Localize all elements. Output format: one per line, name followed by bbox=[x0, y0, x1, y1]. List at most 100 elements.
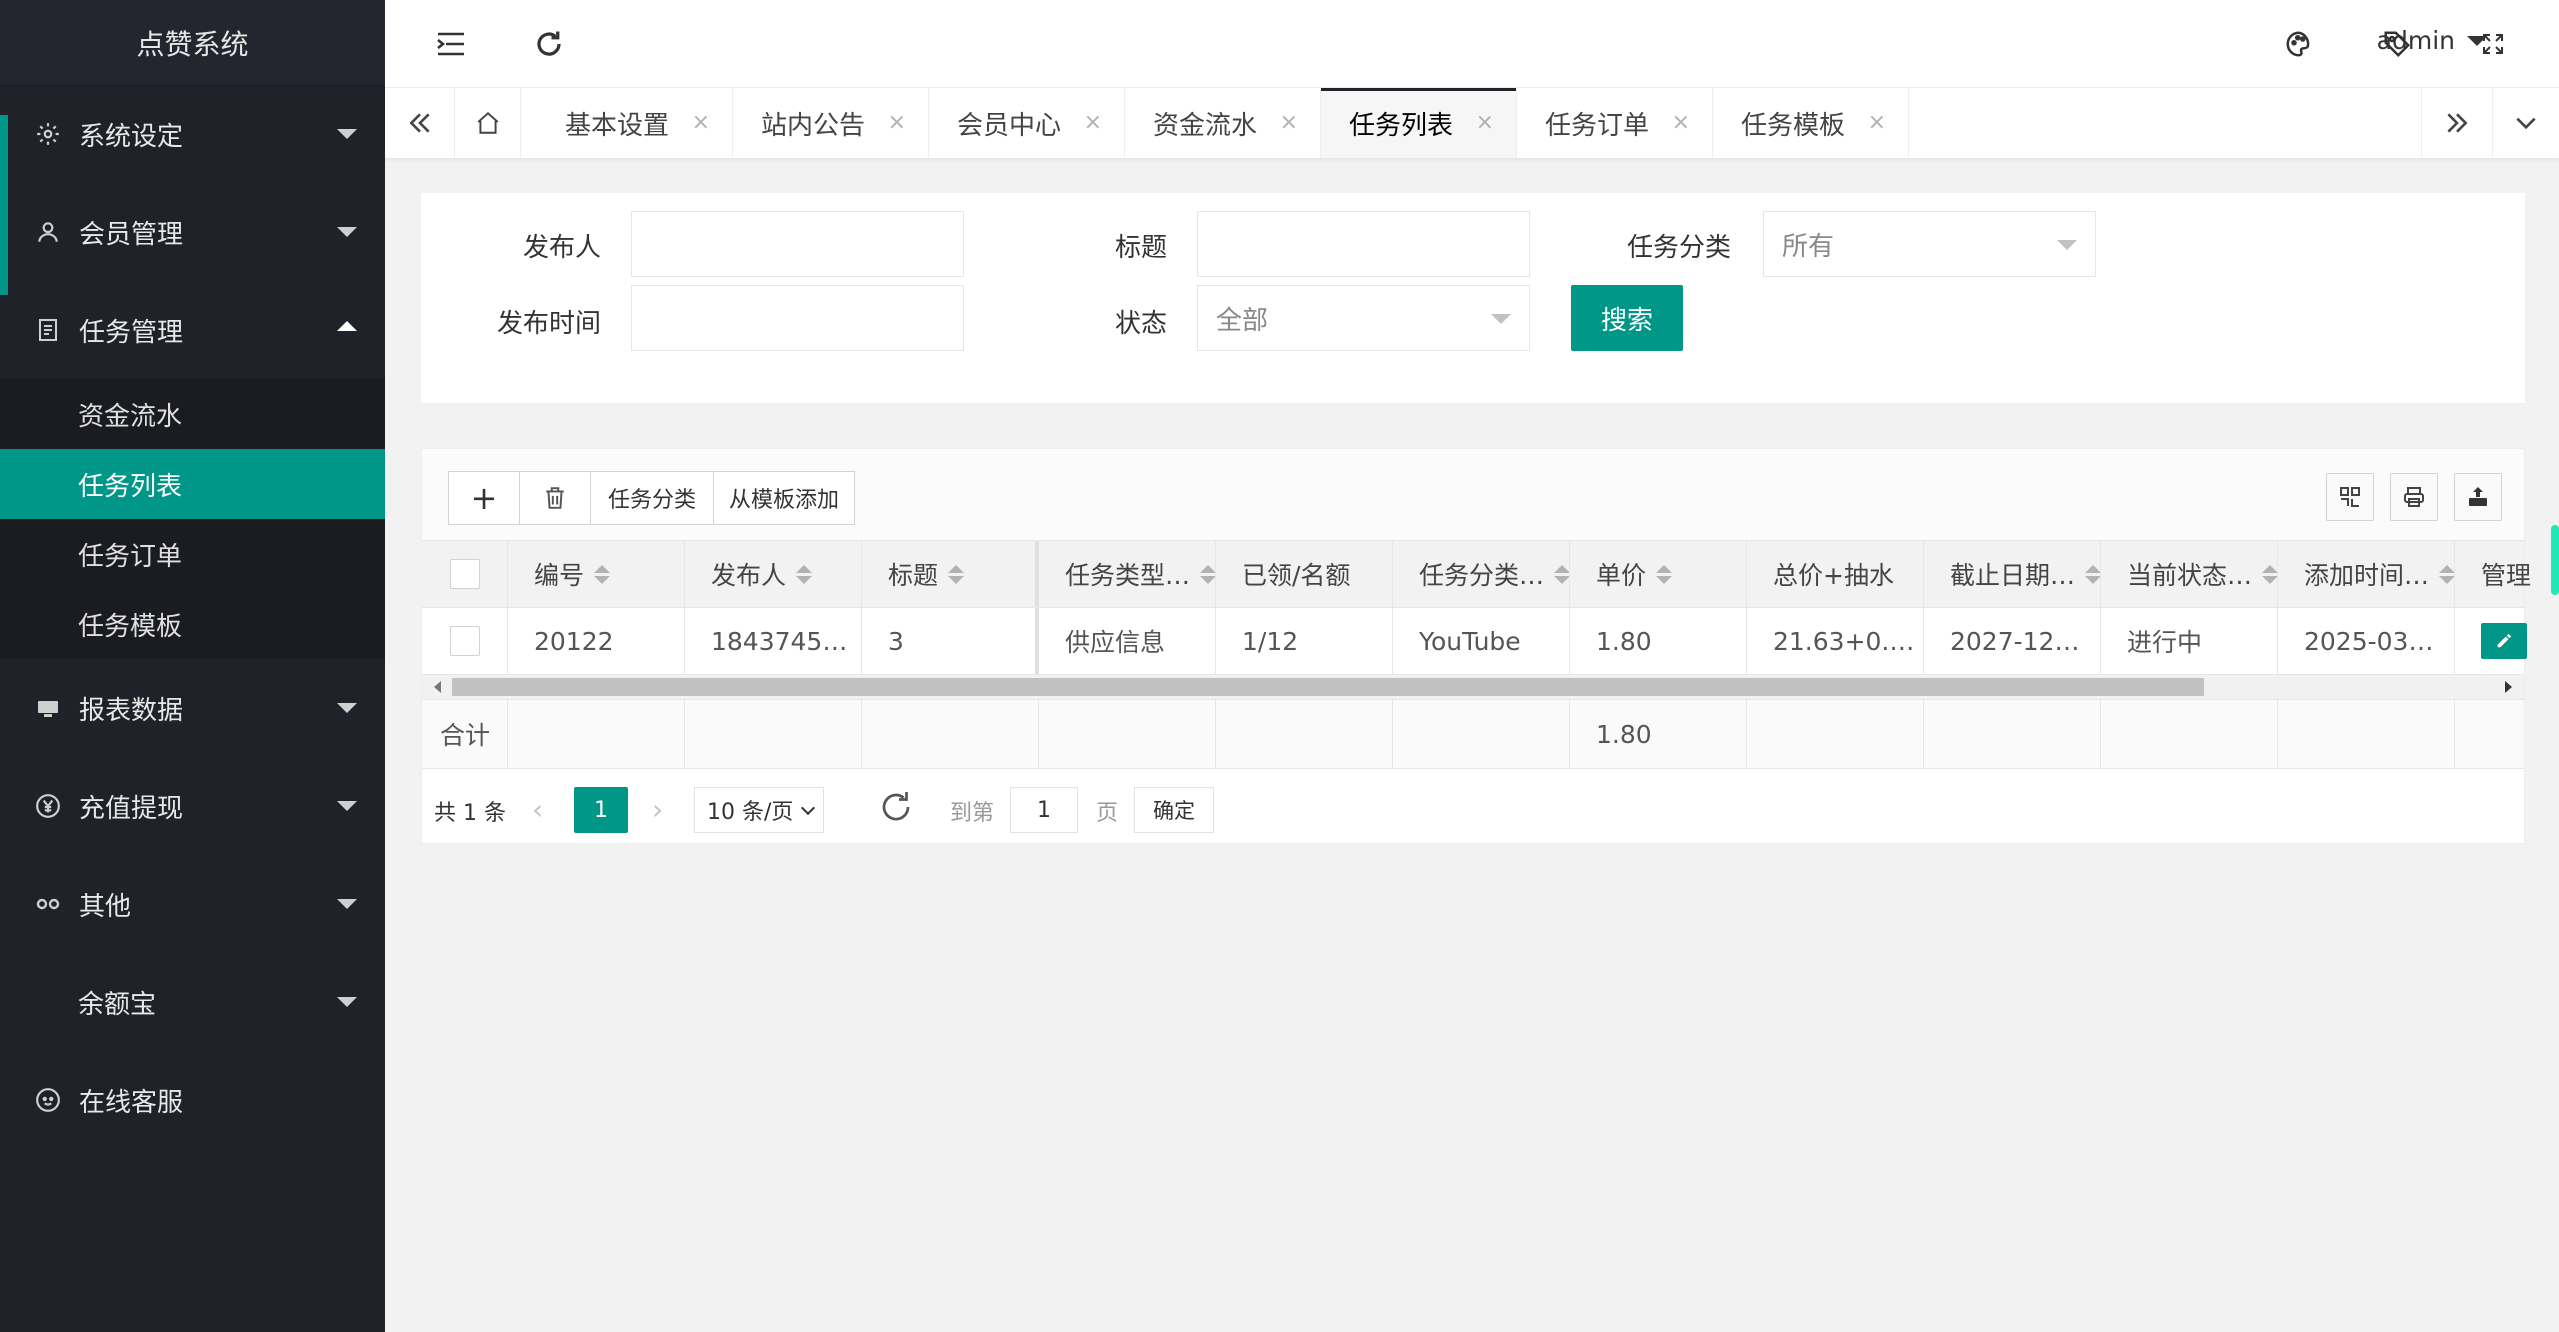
close-icon[interactable]: × bbox=[1672, 110, 1690, 135]
trash-icon bbox=[546, 487, 564, 509]
sort-icon[interactable] bbox=[1200, 564, 1215, 584]
row-checkbox[interactable] bbox=[450, 626, 480, 656]
scroll-left-arrow-icon[interactable] bbox=[434, 681, 441, 693]
column-header-task-type[interactable]: 任务类型… bbox=[1039, 541, 1216, 607]
sort-icon[interactable] bbox=[948, 564, 965, 584]
add-from-template-button[interactable]: 从模板添加 bbox=[713, 471, 855, 525]
column-header-created[interactable]: 添加时间… bbox=[2278, 541, 2455, 607]
cell-created: 2025-03… bbox=[2278, 608, 2455, 674]
sidebar-subitem-task-orders[interactable]: 任务订单 bbox=[0, 519, 385, 589]
goto-confirm-button[interactable]: 确定 bbox=[1134, 787, 1214, 833]
sidebar-item-tasks[interactable]: 任务管理 bbox=[0, 281, 385, 379]
select-all-checkbox[interactable] bbox=[450, 559, 480, 589]
theme-icon[interactable] bbox=[2281, 26, 2317, 62]
horizontal-scrollbar[interactable] bbox=[422, 675, 2524, 699]
column-header-label: 任务分类… bbox=[1419, 561, 1545, 590]
column-header-status[interactable]: 当前状态… bbox=[2101, 541, 2278, 607]
column-header-label: 标题 bbox=[888, 561, 939, 590]
total-cell-empty bbox=[1216, 700, 1393, 768]
sort-icon[interactable] bbox=[594, 564, 611, 584]
close-icon[interactable]: × bbox=[1084, 110, 1102, 135]
vertical-scroll-indicator[interactable] bbox=[2551, 525, 2559, 595]
publish-time-input[interactable] bbox=[631, 285, 964, 351]
goto-page-input[interactable]: 1 bbox=[1010, 787, 1078, 833]
tab-task-list[interactable]: 任务列表 × bbox=[1321, 88, 1517, 158]
search-button[interactable]: 搜索 bbox=[1571, 285, 1683, 351]
refresh-icon[interactable] bbox=[531, 26, 567, 62]
close-icon[interactable]: × bbox=[888, 110, 906, 135]
sidebar-item-recharge[interactable]: 充值提现 bbox=[0, 757, 385, 855]
column-header-id[interactable]: 编号 bbox=[508, 541, 685, 607]
sort-icon[interactable] bbox=[796, 564, 813, 584]
tab-scroll-right-button[interactable] bbox=[2421, 88, 2493, 158]
column-header-deadline[interactable]: 截止日期… bbox=[1924, 541, 2101, 607]
pagination: 共 1 条 ‹ 1 › 10 条/页 到第 1 页 确定 bbox=[422, 775, 2524, 843]
tab-label: 任务模板 bbox=[1741, 110, 1846, 141]
sidebar-item-label: 充值提现 bbox=[79, 793, 184, 824]
menu-fold-icon[interactable] bbox=[433, 26, 469, 62]
sidebar-item-system[interactable]: 系统设定 bbox=[0, 85, 385, 295]
page-size-select[interactable]: 10 条/页 bbox=[694, 787, 824, 833]
sidebar-item-members[interactable]: 会员管理 bbox=[0, 183, 385, 281]
refresh-icon[interactable] bbox=[878, 789, 914, 831]
tab-menu-button[interactable] bbox=[2493, 88, 2559, 158]
tab-announcements[interactable]: 站内公告 × bbox=[733, 88, 929, 158]
sidebar-item-other[interactable]: 其他 bbox=[0, 855, 385, 953]
publisher-input[interactable] bbox=[631, 211, 964, 277]
tab-scroll-left-button[interactable] bbox=[385, 88, 455, 158]
add-button[interactable]: + bbox=[448, 471, 520, 525]
column-header-unit-price[interactable]: 单价 bbox=[1570, 541, 1747, 607]
user-menu[interactable]: admin bbox=[2377, 26, 2487, 55]
delete-button[interactable] bbox=[519, 471, 591, 525]
tab-basic-settings[interactable]: 基本设置 × bbox=[537, 88, 733, 158]
sidebar-item-reports[interactable]: 报表数据 bbox=[0, 659, 385, 757]
column-header-total: 总价+抽水 bbox=[1747, 541, 1924, 607]
tab-fund-flow[interactable]: 资金流水 × bbox=[1125, 88, 1321, 158]
sort-icon[interactable] bbox=[1656, 564, 1673, 584]
sidebar-item-label: 会员管理 bbox=[79, 219, 184, 250]
column-header-publisher[interactable]: 发布人 bbox=[685, 541, 862, 607]
sidebar-subitem-fund-flow[interactable]: 资金流水 bbox=[0, 379, 385, 449]
total-cell-empty bbox=[1747, 700, 1924, 768]
close-icon[interactable]: × bbox=[1280, 110, 1298, 135]
sort-icon[interactable] bbox=[2085, 564, 2100, 584]
total-cell-empty bbox=[1393, 700, 1570, 768]
sort-icon[interactable] bbox=[2439, 564, 2454, 584]
double-chevron-left-icon bbox=[408, 113, 430, 133]
category-select[interactable]: 所有 bbox=[1763, 211, 2096, 277]
total-cell-empty bbox=[862, 700, 1039, 768]
column-header-category[interactable]: 任务分类… bbox=[1393, 541, 1570, 607]
pagination-current-page[interactable]: 1 bbox=[574, 787, 628, 833]
title-label: 标题 bbox=[1114, 233, 1167, 263]
scroll-right-arrow-icon[interactable] bbox=[2505, 681, 2512, 693]
close-icon[interactable]: × bbox=[1868, 110, 1886, 135]
print-button[interactable] bbox=[2390, 473, 2438, 521]
sort-icon[interactable] bbox=[1554, 564, 1569, 584]
tab-task-templates[interactable]: 任务模板 × bbox=[1713, 88, 1909, 158]
task-category-button[interactable]: 任务分类 bbox=[590, 471, 714, 525]
column-header-title[interactable]: 标题 bbox=[862, 541, 1039, 607]
edit-button[interactable] bbox=[2481, 623, 2527, 659]
columns-icon bbox=[2340, 487, 2360, 507]
tab-home[interactable] bbox=[455, 88, 521, 158]
title-input[interactable] bbox=[1197, 211, 1530, 277]
export-button[interactable] bbox=[2454, 473, 2502, 521]
columns-filter-button[interactable] bbox=[2326, 473, 2374, 521]
tab-member-center[interactable]: 会员中心 × bbox=[929, 88, 1125, 158]
chevron-down-icon bbox=[337, 899, 357, 909]
close-icon[interactable]: × bbox=[1476, 110, 1494, 135]
document-icon bbox=[33, 315, 63, 345]
tab-task-orders[interactable]: 任务订单 × bbox=[1517, 88, 1713, 158]
column-header-label: 管理 bbox=[2481, 561, 2532, 590]
close-icon[interactable]: × bbox=[692, 110, 710, 135]
sidebar-subitem-task-templates[interactable]: 任务模板 bbox=[0, 589, 385, 659]
chevron-right-icon[interactable]: › bbox=[652, 793, 663, 826]
status-select[interactable]: 全部 bbox=[1197, 285, 1530, 351]
cell-status: 进行中 bbox=[2101, 608, 2278, 674]
chevron-left-icon[interactable]: ‹ bbox=[532, 793, 543, 826]
sidebar-item-balance[interactable]: 余额宝 bbox=[0, 953, 385, 1051]
sort-icon[interactable] bbox=[2262, 564, 2277, 584]
sidebar-item-support[interactable]: 在线客服 bbox=[0, 1051, 385, 1149]
sidebar-subitem-task-list[interactable]: 任务列表 bbox=[0, 449, 385, 519]
scrollbar-thumb[interactable] bbox=[452, 678, 2204, 696]
